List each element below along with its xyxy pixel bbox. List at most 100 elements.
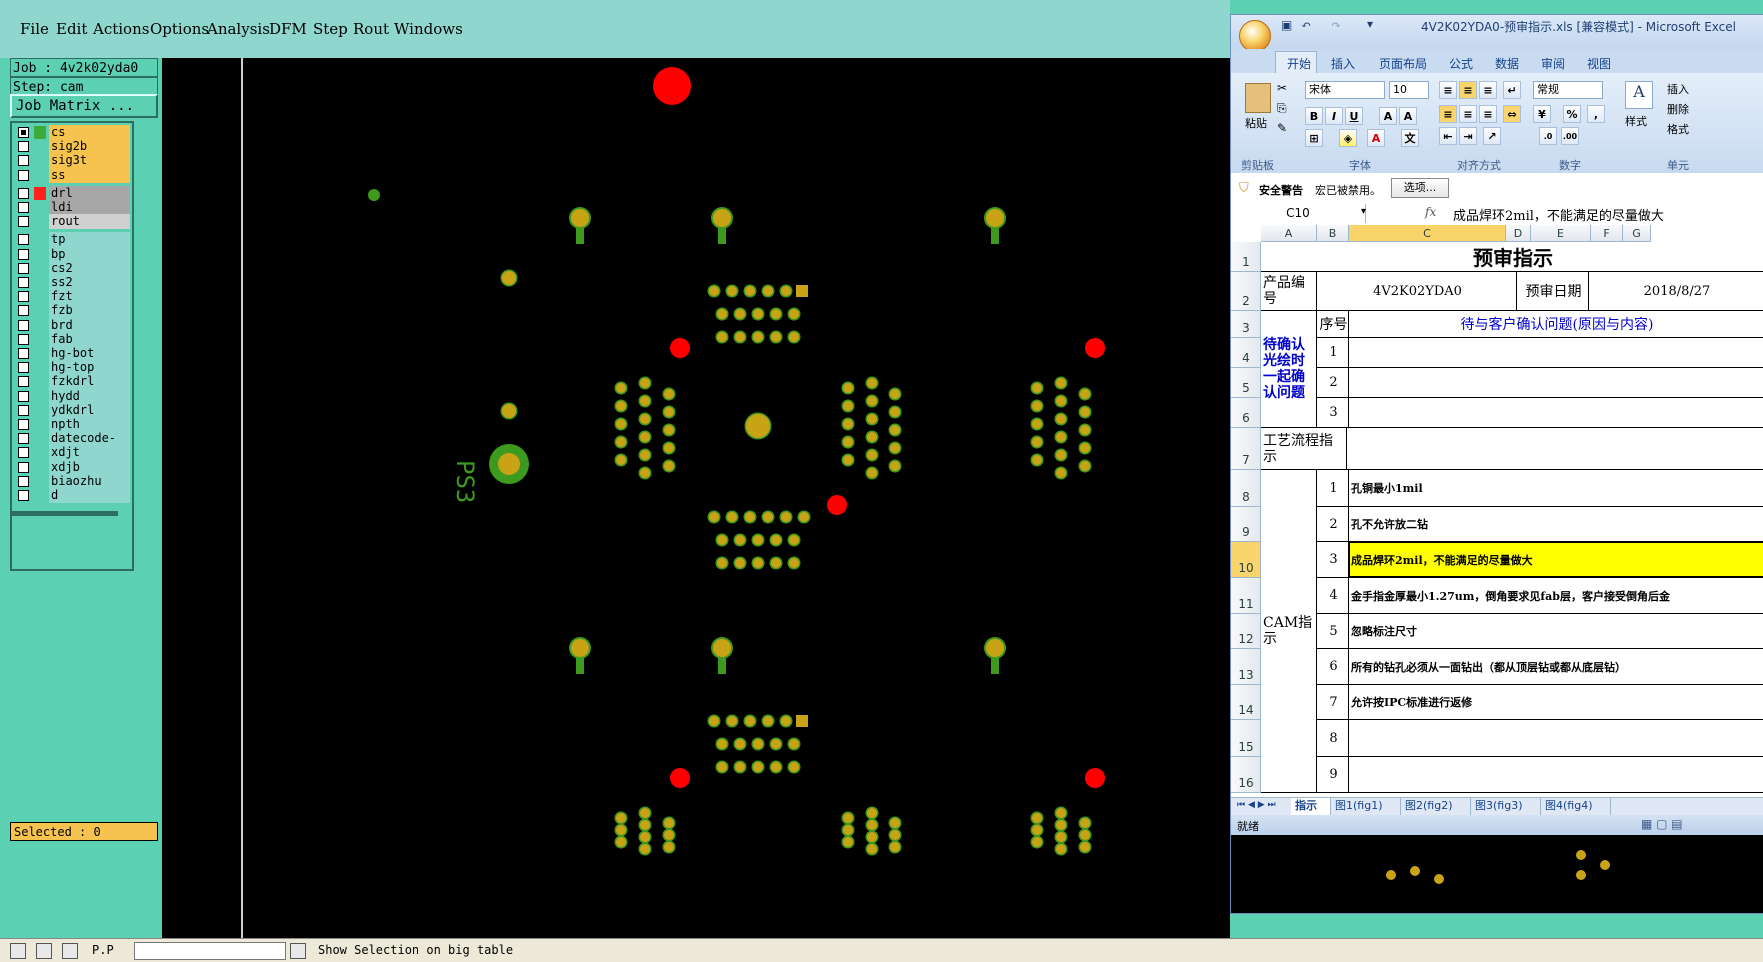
borders-icon[interactable]: ⊞ bbox=[1305, 129, 1323, 147]
save-icon[interactable]: ▣ bbox=[1281, 18, 1292, 32]
date-label[interactable]: 预审日期 bbox=[1517, 272, 1589, 311]
number-format-box[interactable]: 常规 bbox=[1533, 81, 1603, 99]
delete-cells-button[interactable]: 删除 bbox=[1667, 101, 1689, 117]
comma-icon[interactable]: , bbox=[1587, 105, 1605, 123]
layer-name[interactable]: drl bbox=[49, 185, 130, 201]
fill-color-icon[interactable]: ◈ bbox=[1339, 129, 1357, 147]
name-box[interactable]: C10 bbox=[1231, 204, 1366, 223]
cam-item-text[interactable] bbox=[1349, 757, 1763, 793]
confirm-row-number[interactable]: 1 bbox=[1317, 338, 1349, 368]
row-header[interactable]: 6 bbox=[1231, 398, 1261, 428]
layer-name[interactable]: bp bbox=[49, 246, 130, 262]
row-header[interactable]: 14 bbox=[1231, 685, 1261, 720]
menu-edit[interactable]: Edit bbox=[56, 20, 87, 38]
layer-name[interactable]: fab bbox=[49, 331, 130, 347]
layer-name[interactable]: d bbox=[49, 488, 130, 503]
layer-checkbox[interactable] bbox=[18, 333, 29, 345]
layer-checkbox[interactable] bbox=[18, 419, 29, 430]
cam-item-text[interactable]: 金手指金厚最小1.27um，倒角要求见fab层，客户接受倒角后金 bbox=[1349, 578, 1763, 614]
cam-item-number[interactable]: 7 bbox=[1317, 685, 1349, 720]
pcb-canvas[interactable]: PS3 bbox=[162, 58, 1230, 938]
column-header[interactable]: F bbox=[1591, 225, 1623, 242]
wrap-text-icon[interactable]: ↵ bbox=[1503, 81, 1521, 99]
row-header[interactable]: 13 bbox=[1231, 649, 1261, 685]
align-middle-icon[interactable]: ≡ bbox=[1459, 81, 1477, 99]
layer-row[interactable]: sig3t bbox=[14, 153, 134, 169]
layer-name[interactable]: datecode-cs bbox=[49, 431, 130, 460]
cam-item-text[interactable]: 忽略标注尺寸 bbox=[1349, 614, 1763, 649]
cam-item-text[interactable]: 所有的钻孔必须从一面钻出（都从顶层钻或都从底层钻） bbox=[1349, 649, 1763, 685]
layer-checkbox[interactable] bbox=[18, 141, 29, 153]
layer-row[interactable]: brd bbox=[14, 317, 134, 333]
cut-icon[interactable]: ✂ bbox=[1277, 81, 1287, 95]
orientation-icon[interactable]: ↗ bbox=[1483, 127, 1501, 145]
layer-checkbox[interactable] bbox=[18, 490, 29, 501]
row-header[interactable]: 5 bbox=[1231, 368, 1261, 398]
copy-icon[interactable]: ⎘ bbox=[1277, 101, 1287, 116]
redo-icon[interactable]: ↷ bbox=[1331, 18, 1341, 32]
date-value[interactable]: 2018/8/27 bbox=[1589, 272, 1763, 311]
job-matrix-button[interactable]: Job Matrix ... bbox=[10, 94, 158, 118]
layer-name[interactable]: cs2 bbox=[49, 260, 130, 276]
cam-item-number[interactable]: 9 bbox=[1317, 757, 1349, 793]
align-top-icon[interactable]: ≡ bbox=[1439, 81, 1457, 99]
format-cells-button[interactable]: 格式 bbox=[1667, 121, 1689, 137]
layer-name[interactable]: fzt bbox=[49, 289, 130, 305]
tab-page-layout[interactable]: 页面布局 bbox=[1379, 55, 1427, 72]
layer-checkbox[interactable] bbox=[18, 447, 29, 459]
process-label[interactable]: 工艺流程指示 bbox=[1261, 428, 1347, 470]
tab-view[interactable]: 视图 bbox=[1587, 55, 1611, 72]
layer-row[interactable]: biaozhu bbox=[14, 473, 134, 489]
percent-icon[interactable]: % bbox=[1563, 105, 1581, 123]
layer-checkbox[interactable] bbox=[18, 319, 29, 331]
layer-name[interactable]: cs bbox=[49, 125, 130, 140]
product-label[interactable]: 产品编号 bbox=[1261, 272, 1317, 311]
cam-label[interactable]: CAM指示 bbox=[1261, 470, 1317, 793]
menu-options[interactable]: Options bbox=[150, 20, 209, 38]
confirm-label[interactable]: 待确认光绘时一起确认问题 bbox=[1261, 311, 1317, 428]
layer-name[interactable]: ydkdrl bbox=[49, 402, 130, 418]
layer-row[interactable]: fzb bbox=[14, 303, 134, 319]
sheet-nav-icon[interactable]: ⏮ ◀ ▶ ⏭ bbox=[1237, 800, 1276, 810]
confirm-row-content[interactable] bbox=[1349, 338, 1763, 368]
layer-row[interactable]: drl bbox=[14, 185, 134, 201]
cam-item-text[interactable] bbox=[1349, 720, 1763, 757]
layer-checkbox[interactable] bbox=[18, 404, 29, 416]
menu-dfm[interactable]: DFM bbox=[269, 20, 307, 38]
layer-checkbox[interactable] bbox=[18, 305, 29, 317]
align-bottom-icon[interactable]: ≡ bbox=[1479, 81, 1497, 99]
align-left-icon[interactable]: ≡ bbox=[1439, 105, 1457, 123]
font-size-box[interactable]: 10 bbox=[1389, 81, 1429, 99]
tab-formulas[interactable]: 公式 bbox=[1449, 55, 1473, 72]
layer-name[interactable]: biaozhu bbox=[49, 473, 130, 489]
align-center-icon[interactable]: ≡ bbox=[1459, 105, 1477, 123]
row-header[interactable]: 8 bbox=[1231, 470, 1261, 507]
confirm-row-content[interactable] bbox=[1349, 368, 1763, 398]
menu-file[interactable]: File bbox=[20, 20, 49, 38]
layer-checkbox[interactable] bbox=[18, 376, 29, 388]
qat-dropdown-icon[interactable]: ▾ bbox=[1367, 17, 1373, 31]
layer-checkbox[interactable] bbox=[18, 291, 29, 303]
layer-name[interactable]: ldi bbox=[49, 200, 130, 215]
menu-rout[interactable]: Rout bbox=[353, 20, 389, 38]
layer-row[interactable]: fzkdrl bbox=[14, 374, 134, 390]
layer-name[interactable]: xdjt bbox=[49, 445, 130, 461]
italic-button[interactable]: I bbox=[1325, 107, 1343, 125]
format-painter-icon[interactable]: ✎ bbox=[1277, 121, 1287, 135]
sheet-tab[interactable]: 图2(fig2) bbox=[1401, 798, 1471, 815]
menu-analysis[interactable]: Analysis bbox=[207, 20, 270, 38]
security-options-button[interactable]: 选项... bbox=[1391, 178, 1449, 198]
name-box-dropdown-icon[interactable]: ▾ bbox=[1361, 206, 1366, 217]
increase-indent-icon[interactable]: ⇥ bbox=[1459, 127, 1477, 145]
layer-row[interactable]: fzt bbox=[14, 289, 134, 305]
row-header[interactable]: 11 bbox=[1231, 578, 1261, 614]
confirm-row-number[interactable]: 2 bbox=[1317, 368, 1349, 398]
zoom-tool-icon[interactable] bbox=[10, 943, 26, 959]
styles-label[interactable]: 样式 bbox=[1625, 113, 1647, 129]
styles-icon[interactable]: A bbox=[1625, 81, 1653, 109]
layer-row[interactable]: d bbox=[14, 488, 134, 503]
tab-review[interactable]: 审阅 bbox=[1541, 55, 1565, 72]
pcb-graphics[interactable]: PS3 bbox=[162, 58, 1230, 938]
layer-checkbox[interactable] bbox=[18, 216, 29, 228]
layer-name[interactable]: sig2b bbox=[49, 139, 130, 155]
